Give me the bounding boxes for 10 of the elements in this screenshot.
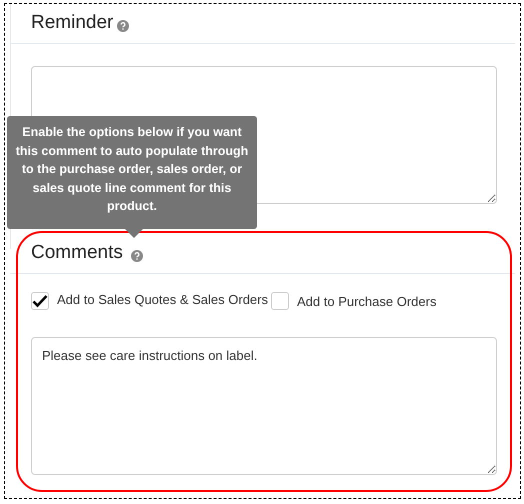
checkbox[interactable] [31,292,49,310]
help-icon[interactable] [130,250,143,262]
help-icon[interactable] [117,20,130,32]
section-title: Reminder [31,11,114,36]
checkbox-label[interactable]: Add to Sales Quotes & Sales Orders [57,292,268,307]
checkbox[interactable] [271,292,289,310]
comment-field[interactable]: Please see care instructions on label. [31,337,497,475]
checkbox-label[interactable]: Add to Purchase Orders [297,292,436,309]
section-title: Comments [31,241,123,266]
tooltip-text: Enable the options below if you want this comment to auto populate through to the purchase order, sales order, or sales quote line comment for this product. [15,124,249,215]
